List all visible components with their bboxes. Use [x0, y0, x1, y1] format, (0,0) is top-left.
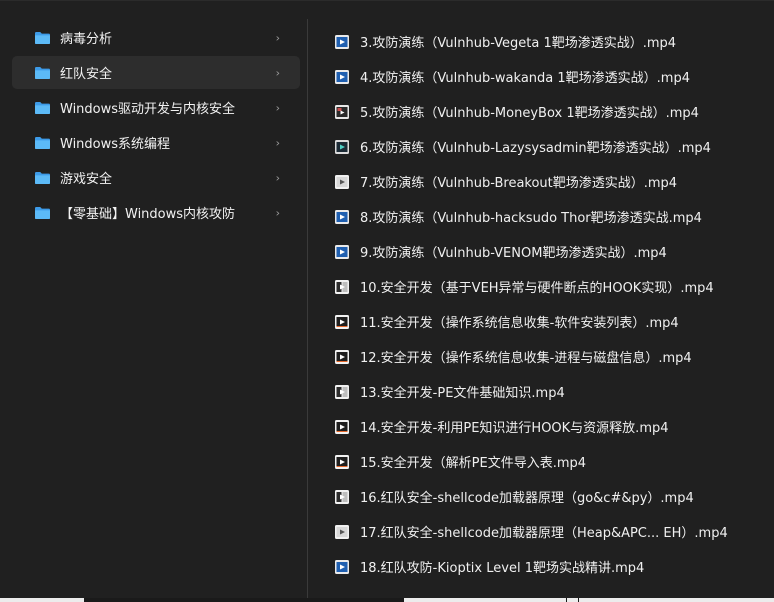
- folder-item[interactable]: Windows系统编程 ›: [12, 126, 300, 159]
- folder-list: 病毒分析 › 红队安全 › Windows驱动开发与内核安全 › Windows系统编程 › 游…: [12, 21, 300, 231]
- file-item[interactable]: 4.攻防演练（Vulnhub-wakanda 1靶场渗透实战）.mp4: [320, 59, 760, 94]
- folder-label: 病毒分析: [60, 32, 113, 47]
- file-label: 4.攻防演练（Vulnhub-wakanda 1靶场渗透实战）.mp4: [360, 71, 690, 86]
- file-label: 6.攻防演练（Vulnhub-Lazysysadmin靶场渗透实战）.mp4: [360, 141, 711, 156]
- scrollbar-divider: [566, 598, 567, 602]
- video-thumb-icon: [334, 104, 350, 120]
- file-label: 15.安全开发（解析PE文件导入表.mp4: [360, 456, 587, 471]
- file-item[interactable]: 9.攻防演练（Vulnhub-VENOM靶场渗透实战）.mp4: [320, 234, 760, 269]
- file-list: 3.攻防演练（Vulnhub-Vegeta 1靶场渗透实战）.mp4 4.攻防演练…: [320, 24, 760, 584]
- video-dark-icon: [334, 139, 350, 155]
- video-orange-icon: [334, 454, 350, 470]
- file-item[interactable]: 5.攻防演练（Vulnhub-MoneyBox 1靶场渗透实战）.mp4: [320, 94, 760, 129]
- video-orange-icon: [334, 349, 350, 365]
- file-label: 9.攻防演练（Vulnhub-VENOM靶场渗透实战）.mp4: [360, 246, 667, 261]
- file-item[interactable]: 8.攻防演练（Vulnhub-hacksudo Thor靶场渗透实战.mp4: [320, 199, 760, 234]
- folder-label: 【零基础】Windows内核攻防: [60, 207, 236, 222]
- scrollbar-thumb[interactable]: [84, 598, 404, 602]
- file-item[interactable]: 15.安全开发（解析PE文件导入表.mp4: [320, 444, 760, 479]
- file-item[interactable]: 11.安全开发（操作系统信息收集-软件安装列表）.mp4: [320, 304, 760, 339]
- chevron-right-icon[interactable]: ›: [276, 31, 280, 44]
- folder-icon: [34, 66, 51, 80]
- file-label: 8.攻防演练（Vulnhub-hacksudo Thor靶场渗透实战.mp4: [360, 211, 702, 226]
- file-item[interactable]: 13.安全开发-PE文件基础知识.mp4: [320, 374, 760, 409]
- video-code-icon: [334, 279, 350, 295]
- folder-label: Windows驱动开发与内核安全: [60, 102, 236, 117]
- folder-icon: [34, 206, 51, 220]
- file-item[interactable]: 12.安全开发（操作系统信息收集-进程与磁盘信息）.mp4: [320, 339, 760, 374]
- folder-label: Windows系统编程: [60, 137, 171, 152]
- file-label: 10.安全开发（基于VEH异常与硬件断点的HOOK实现）.mp4: [360, 281, 714, 296]
- folder-icon: [34, 31, 51, 45]
- file-item[interactable]: 7.攻防演练（Vulnhub-Breakout靶场渗透实战）.mp4: [320, 164, 760, 199]
- video-light-icon: [334, 174, 350, 190]
- chevron-right-icon[interactable]: ›: [276, 136, 280, 149]
- folder-label: 红队安全: [60, 67, 113, 82]
- file-label: 12.安全开发（操作系统信息收集-进程与磁盘信息）.mp4: [360, 351, 692, 366]
- video-blue-icon: [334, 34, 350, 50]
- chevron-right-icon[interactable]: ›: [276, 206, 280, 219]
- folder-item[interactable]: 病毒分析 ›: [12, 21, 300, 54]
- file-explorer-window: 病毒分析 › 红队安全 › Windows驱动开发与内核安全 › Windows系统编程 › 游…: [0, 0, 774, 602]
- file-item[interactable]: 18.红队攻防-Kioptix Level 1靶场实战精讲.mp4: [320, 549, 760, 584]
- file-item[interactable]: 16.红队安全-shellcode加载器原理（go&c#&py）.mp4: [320, 479, 760, 514]
- video-blue-icon: [334, 209, 350, 225]
- bottom-scrollbar[interactable]: [0, 598, 774, 602]
- folder-icon: [34, 136, 51, 150]
- folder-label: 游戏安全: [60, 172, 113, 187]
- file-label: 17.红队安全-shellcode加载器原理（Heap&APC... EH）.m…: [360, 526, 728, 541]
- file-item[interactable]: 14.安全开发-利用PE知识进行HOOK与资源释放.mp4: [320, 409, 760, 444]
- folder-icon: [34, 171, 51, 185]
- video-blue-icon: [334, 559, 350, 575]
- file-item[interactable]: 17.红队安全-shellcode加载器原理（Heap&APC... EH）.m…: [320, 514, 760, 549]
- file-label: 16.红队安全-shellcode加载器原理（go&c#&py）.mp4: [360, 491, 694, 506]
- folder-icon: [34, 101, 51, 115]
- folder-item[interactable]: 【零基础】Windows内核攻防 ›: [12, 196, 300, 229]
- folder-item[interactable]: 红队安全 ›: [12, 56, 300, 89]
- file-label: 5.攻防演练（Vulnhub-MoneyBox 1靶场渗透实战）.mp4: [360, 106, 699, 121]
- file-item[interactable]: 10.安全开发（基于VEH异常与硬件断点的HOOK实现）.mp4: [320, 269, 760, 304]
- chevron-right-icon[interactable]: ›: [276, 101, 280, 114]
- chevron-right-icon[interactable]: ›: [276, 171, 280, 184]
- chevron-right-icon[interactable]: ›: [276, 66, 280, 79]
- file-label: 7.攻防演练（Vulnhub-Breakout靶场渗透实战）.mp4: [360, 176, 678, 191]
- scrollbar-divider: [578, 598, 579, 602]
- video-orange-icon: [334, 314, 350, 330]
- video-blue-icon: [334, 244, 350, 260]
- file-label: 3.攻防演练（Vulnhub-Vegeta 1靶场渗透实战）.mp4: [360, 36, 677, 51]
- file-label: 13.安全开发-PE文件基础知识.mp4: [360, 386, 565, 401]
- video-code-icon: [334, 489, 350, 505]
- file-item[interactable]: 3.攻防演练（Vulnhub-Vegeta 1靶场渗透实战）.mp4: [320, 24, 760, 59]
- file-label: 11.安全开发（操作系统信息收集-软件安装列表）.mp4: [360, 316, 679, 331]
- folder-item[interactable]: 游戏安全 ›: [12, 161, 300, 194]
- video-code-icon: [334, 384, 350, 400]
- file-label: 18.红队攻防-Kioptix Level 1靶场实战精讲.mp4: [360, 561, 645, 576]
- video-blue-icon: [334, 69, 350, 85]
- folder-item[interactable]: Windows驱动开发与内核安全 ›: [12, 91, 300, 124]
- video-orange-icon: [334, 419, 350, 435]
- video-light-icon: [334, 524, 350, 540]
- file-label: 14.安全开发-利用PE知识进行HOOK与资源释放.mp4: [360, 421, 669, 436]
- pane-divider[interactable]: [307, 19, 308, 599]
- file-item[interactable]: 6.攻防演练（Vulnhub-Lazysysadmin靶场渗透实战）.mp4: [320, 129, 760, 164]
